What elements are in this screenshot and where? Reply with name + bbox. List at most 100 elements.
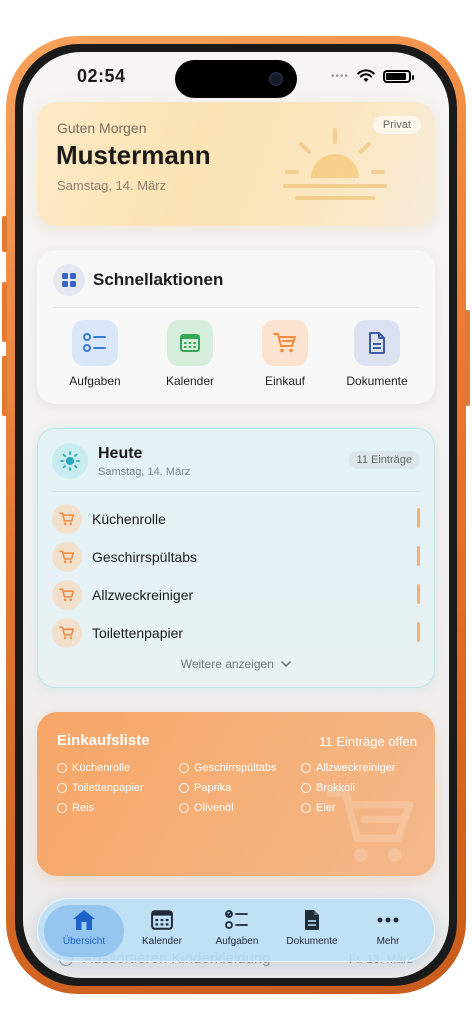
- quick-action-einkauf[interactable]: Einkauf: [240, 320, 330, 388]
- quick-action-dokumente[interactable]: Dokumente: [332, 320, 422, 388]
- home-icon: [44, 907, 124, 933]
- battery-icon: [383, 69, 414, 83]
- status-indicators: ••••: [331, 69, 414, 83]
- priority-indicator: [417, 622, 420, 642]
- shopping-item[interactable]: Geschirrspültabs: [179, 762, 277, 774]
- open-items-count: 11 Einträge offen: [319, 734, 417, 749]
- today-item-label: Küchenrolle: [92, 511, 166, 527]
- today-item[interactable]: Geschirrspültabs: [52, 542, 420, 572]
- divider: [52, 491, 420, 492]
- cart-icon: [52, 618, 82, 648]
- quick-action-label: Dokumente: [346, 374, 408, 388]
- quick-actions-card: Schnellaktionen Aufgaben Kalender Einkau…: [37, 250, 435, 404]
- today-item[interactable]: Küchenrolle: [52, 504, 420, 534]
- shopping-item[interactable]: Reis: [57, 802, 94, 814]
- quick-action-aufgaben[interactable]: Aufgaben: [50, 320, 140, 388]
- greeting-card[interactable]: Guten Morgen Mustermann Samstag, 14. Mär…: [37, 102, 435, 226]
- sunrise-icon: [283, 128, 387, 200]
- today-date: Samstag, 14. März: [98, 466, 191, 478]
- checkbox[interactable]: [57, 783, 67, 793]
- chevron-down-icon: [281, 661, 292, 668]
- user-name: Mustermann: [56, 140, 211, 170]
- shopping-item[interactable]: Brokkoli: [301, 782, 355, 794]
- tab-uebersicht[interactable]: Übersicht: [44, 905, 124, 957]
- cart-watermark-icon: [327, 789, 414, 862]
- tab-dokumente[interactable]: Dokumente: [272, 905, 352, 957]
- action-button: [2, 216, 7, 252]
- tab-label: Mehr: [376, 936, 400, 947]
- shopping-item[interactable]: Eier: [301, 802, 336, 814]
- checkbox[interactable]: [179, 783, 189, 793]
- wifi-icon: [357, 69, 375, 82]
- cart-icon: [52, 542, 82, 572]
- camera-icon: [269, 72, 283, 86]
- shopping-item[interactable]: Olivenöl: [179, 802, 234, 814]
- quick-action-label: Aufgaben: [69, 374, 121, 388]
- today-item[interactable]: Toilettenpapier: [52, 618, 420, 648]
- checkbox[interactable]: [301, 803, 311, 813]
- shopping-list-card[interactable]: Einkaufsliste 11 Einträge offen Küchenro…: [37, 712, 435, 876]
- calendar-icon: [167, 320, 213, 366]
- volume-down-button: [2, 356, 7, 416]
- today-item-label: Allzweckreiniger: [92, 587, 194, 603]
- quick-action-label: Einkauf: [264, 374, 306, 388]
- shopping-item-label: Paprika: [194, 782, 232, 794]
- checkbox[interactable]: [301, 783, 311, 793]
- power-button: [465, 310, 470, 406]
- document-icon: [272, 907, 352, 933]
- shopping-item-label: Allzweckreiniger: [316, 762, 396, 774]
- profile-badge[interactable]: Privat: [372, 116, 421, 134]
- today-item-label: Toilettenpapier: [92, 625, 184, 641]
- shopping-item-label: Olivenöl: [194, 802, 234, 814]
- entries-count-badge: 11 Einträge: [348, 451, 420, 469]
- grid-icon: [53, 264, 85, 296]
- checkbox[interactable]: [179, 803, 189, 813]
- shopping-item-label: Reis: [72, 802, 95, 814]
- shopping-item-label: Brokkoli: [316, 782, 356, 794]
- shopping-item[interactable]: Toilettenpapier: [57, 782, 144, 794]
- checkbox[interactable]: [301, 763, 311, 773]
- priority-indicator: [417, 508, 420, 528]
- shopping-item-label: Küchenrolle: [72, 762, 131, 774]
- calendar-icon: [122, 907, 202, 933]
- shopping-item-label: Toilettenpapier: [72, 782, 144, 794]
- document-icon: [354, 320, 400, 366]
- quick-action-kalender[interactable]: Kalender: [145, 320, 235, 388]
- quick-actions-title: Schnellaktionen: [93, 270, 224, 289]
- tab-label: Dokumente: [286, 936, 338, 947]
- shopping-item[interactable]: Allzweckreiniger: [301, 762, 395, 774]
- tab-label: Kalender: [141, 936, 183, 947]
- divider: [53, 307, 419, 308]
- shopping-item[interactable]: Paprika: [179, 782, 231, 794]
- checkbox[interactable]: [57, 803, 67, 813]
- show-more-link[interactable]: Weitere anzeigen: [38, 657, 434, 671]
- tab-aufgaben[interactable]: Aufgaben: [197, 905, 277, 957]
- checklist-icon: [72, 320, 118, 366]
- today-item[interactable]: Allzweckreiniger: [52, 580, 420, 610]
- shopping-item[interactable]: Küchenrolle: [57, 762, 130, 774]
- tab-mehr[interactable]: Mehr: [348, 905, 428, 957]
- shopping-list-title: Einkaufsliste: [57, 732, 150, 749]
- show-more-label: Weitere anzeigen: [180, 657, 274, 671]
- screen: 02:54 •••• Guten Morgen Mustermann Samst…: [23, 52, 449, 978]
- priority-indicator: [417, 584, 420, 604]
- tab-label: Aufgaben: [215, 936, 259, 947]
- today-card: Heute Samstag, 14. März 11 Einträge Küch…: [37, 428, 435, 688]
- today-item-label: Geschirrspültabs: [92, 549, 198, 565]
- cart-icon: [52, 504, 82, 534]
- status-time: 02:54: [77, 66, 126, 86]
- tab-kalender[interactable]: Kalender: [122, 905, 202, 957]
- sun-icon: [52, 443, 88, 479]
- checklist-icon: [197, 907, 277, 933]
- cart-icon: [262, 320, 308, 366]
- more-icon: [348, 907, 428, 933]
- checkbox[interactable]: [57, 763, 67, 773]
- volume-up-button: [2, 282, 7, 342]
- tab-label: Übersicht: [62, 936, 106, 947]
- greeting-salutation: Guten Morgen: [57, 120, 147, 136]
- quick-action-label: Kalender: [165, 374, 215, 388]
- today-title: Heute: [98, 445, 143, 462]
- shopping-item-label: Geschirrspültabs: [194, 762, 277, 774]
- greeting-date: Samstag, 14. März: [57, 178, 167, 193]
- checkbox[interactable]: [179, 763, 189, 773]
